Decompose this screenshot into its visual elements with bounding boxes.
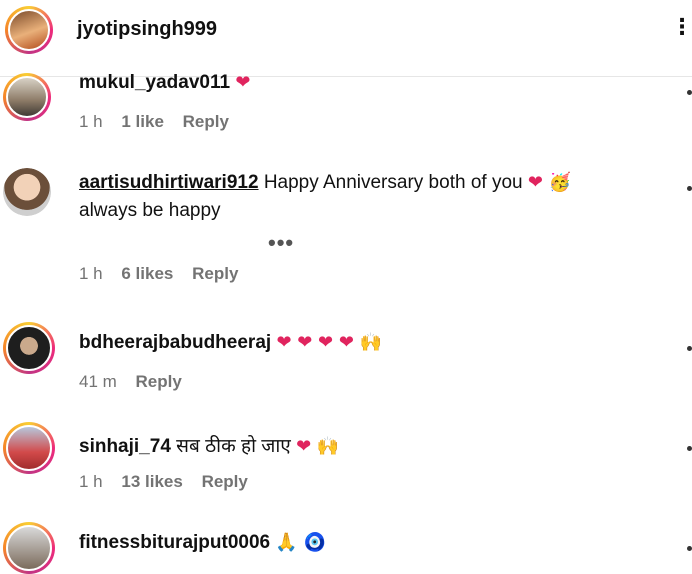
commenter-avatar[interactable] [3, 322, 55, 374]
commenter-avatar[interactable] [3, 422, 55, 474]
like-icon[interactable] [687, 186, 692, 191]
comment-text: सब ठीक हो जाए [176, 436, 291, 457]
like-icon[interactable] [687, 90, 692, 95]
comment-likes[interactable]: 6 likes [121, 264, 173, 283]
reply-button[interactable]: Reply [183, 112, 229, 131]
comment-meta: 1 h 13 likes Reply [79, 472, 262, 492]
folded-hands-icon: 🙏 🧿 [275, 532, 326, 553]
commenter-username[interactable]: mukul_yadav011 [79, 72, 230, 93]
like-icon[interactable] [687, 446, 692, 451]
comment-meta: 1 h 6 likes Reply [79, 264, 252, 284]
heart-icon: ❤ 🥳 [527, 172, 572, 193]
reply-button[interactable]: Reply [192, 264, 238, 283]
comment-text: Happy Anniversary both of you [263, 172, 523, 193]
commenter-username[interactable]: bdheerajbabudheeraj [79, 332, 271, 353]
comment-time: 41 m [79, 372, 117, 391]
like-icon[interactable] [687, 546, 692, 551]
comment-text-continued: always be happy [79, 200, 221, 221]
commenter-avatar[interactable] [3, 522, 55, 574]
heart-icon: ❤ ❤ ❤ ❤ 🙌 [276, 332, 383, 353]
comment-time: 1 h [79, 112, 103, 131]
comment-time: 1 h [79, 472, 103, 491]
reply-button[interactable]: Reply [202, 472, 248, 491]
commenter-avatar[interactable] [3, 73, 51, 121]
author-avatar[interactable] [5, 6, 53, 54]
commenter-username[interactable]: aartisudhirtiwari912 [79, 172, 259, 193]
post-header: jyotipsingh999 ⋮ [0, 0, 692, 77]
comment-time: 1 h [79, 264, 103, 283]
comment-likes[interactable]: 13 likes [121, 472, 182, 491]
commenter-avatar[interactable] [3, 168, 51, 216]
more-options-icon[interactable]: ⋮ [671, 14, 692, 40]
author-username[interactable]: jyotipsingh999 [77, 18, 217, 41]
comment-likes[interactable]: 1 like [121, 112, 164, 131]
more-dots-icon[interactable]: ••• [268, 230, 294, 256]
like-icon[interactable] [687, 346, 692, 351]
commenter-username[interactable]: sinhaji_74 [79, 436, 171, 457]
heart-icon: ❤ 🙌 [296, 436, 340, 457]
commenter-username[interactable]: fitnessbiturajput0006 [79, 532, 270, 553]
comment-meta: 41 m Reply [79, 372, 196, 392]
heart-icon: ❤ [235, 72, 251, 93]
reply-button[interactable]: Reply [136, 372, 182, 391]
comment-meta: 1 h 1 like Reply [79, 112, 243, 132]
